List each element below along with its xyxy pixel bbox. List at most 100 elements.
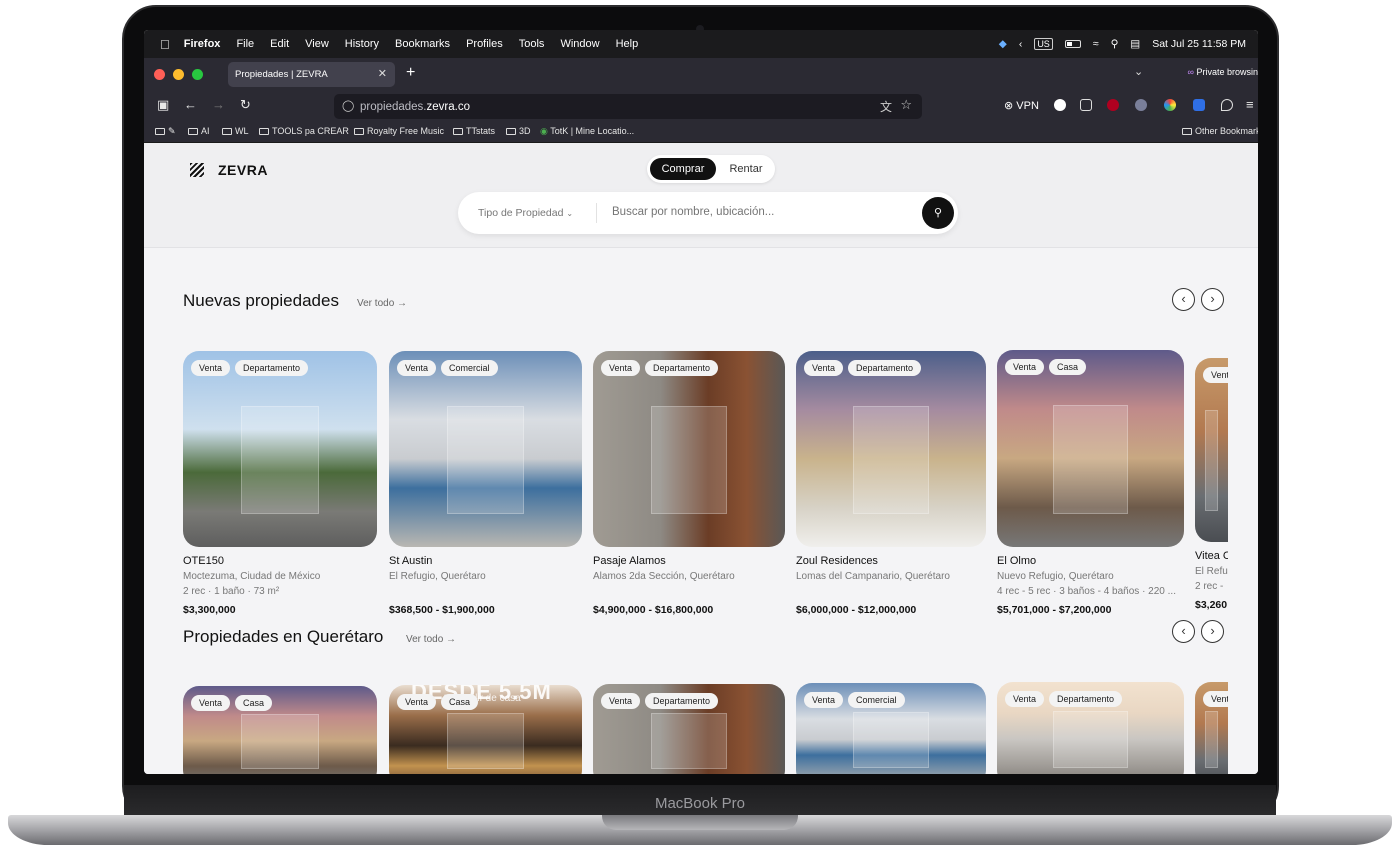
app-menu-icon[interactable]: ≡	[1246, 97, 1254, 112]
close-tab-icon[interactable]: ✕	[378, 67, 387, 80]
other-bookmarks[interactable]: Other Bookmarks	[1182, 126, 1258, 136]
property-photo[interactable]: Venta Departamento	[183, 351, 377, 547]
property-card[interactable]: Vent Vitea C El Refu 2 rec - $3,260	[1195, 358, 1228, 612]
property-title[interactable]: Zoul Residences	[796, 555, 878, 567]
property-card[interactable]: Vent	[1195, 682, 1228, 774]
close-window-icon[interactable]	[154, 69, 165, 80]
bookmark-totk[interactable]: ◉ TotK | Mine Locatio...	[540, 126, 634, 137]
carousel-prev-button[interactable]: ‹	[1172, 288, 1195, 311]
laptop-notch	[602, 815, 798, 830]
ublock-icon[interactable]	[1107, 99, 1119, 111]
list-all-tabs-icon[interactable]: ⌄	[1134, 65, 1143, 78]
property-card[interactable]: Venta Departamento Pasaje Alamos Alamos 2da…	[593, 351, 785, 617]
search-input[interactable]	[612, 206, 902, 218]
extension-k-icon[interactable]	[1054, 99, 1066, 111]
property-photo[interactable]: Venta Departamento	[997, 682, 1184, 774]
forward-icon[interactable]: →	[212, 97, 225, 112]
tab-active[interactable]: Propiedades | ZEVRA ✕	[228, 62, 395, 87]
bookmark-folder-wl[interactable]: WL	[222, 126, 249, 136]
keyboard-layout-badge[interactable]: US	[1034, 38, 1053, 50]
menu-help[interactable]: Help	[616, 38, 639, 50]
property-type-select[interactable]: Tipo de Propiedad ⌄	[478, 207, 573, 219]
property-title[interactable]: Pasaje Alamos	[593, 555, 666, 567]
vpn-button[interactable]: ⊗ VPN	[1004, 99, 1039, 112]
url-bar[interactable]: ◯ propiedades. zevra.co 文 ☆	[334, 94, 922, 119]
property-photo[interactable]: Venta Comercial	[389, 351, 582, 547]
bookmark-folder-tools-crear[interactable]: TOOLS pa CREAR	[259, 126, 349, 136]
bookmark-label: Royalty Free Music	[367, 126, 445, 136]
menu-history[interactable]: History	[345, 38, 379, 50]
vpn-status-icon[interactable]: ◆	[999, 38, 1007, 50]
bookmark-star-icon[interactable]: ☆	[900, 97, 912, 113]
property-photo[interactable]: Venta Casa	[183, 686, 377, 774]
menubar-clock[interactable]: Sat Jul 25 11:58 PM	[1152, 38, 1246, 50]
property-card[interactable]: Venta Comercial St Austin El Refugio, Queré…	[389, 351, 582, 617]
menu-window[interactable]: Window	[560, 38, 599, 50]
property-card[interactable]: Venta Departamento OTE150 Moctezuma, Ciudad…	[183, 351, 377, 617]
menu-edit[interactable]: Edit	[270, 38, 289, 50]
bookmark-folder-3d[interactable]: 3D	[506, 126, 531, 136]
see-all-link-queretaro[interactable]: Ver todo →	[406, 634, 456, 645]
property-title[interactable]: El Olmo	[997, 555, 1036, 567]
sidebar-toggle-icon[interactable]: ▣	[157, 97, 169, 113]
property-card[interactable]: Venta Casa	[183, 686, 377, 774]
control-center-icon[interactable]: ▤	[1130, 38, 1140, 50]
carousel-prev-button[interactable]: ‹	[1172, 620, 1195, 643]
property-photo[interactable]: Venta Casa	[997, 350, 1184, 547]
rent-tab[interactable]: Rentar	[723, 158, 769, 180]
zevra-logo-icon[interactable]	[190, 163, 204, 177]
menu-bookmarks[interactable]: Bookmarks	[395, 38, 450, 50]
extensions-puzzle-icon[interactable]	[1080, 99, 1092, 111]
property-card[interactable]: Venta Departamento	[997, 682, 1184, 774]
property-photo[interactable]: Venta Departamento	[593, 351, 785, 547]
bitwarden-icon[interactable]	[1193, 99, 1205, 111]
reload-icon[interactable]: ↻	[240, 97, 251, 113]
see-all-link-new[interactable]: Ver todo →	[357, 298, 407, 309]
bookmark-folder-ai[interactable]: AI	[188, 126, 210, 136]
wifi-icon[interactable]: ≈	[1093, 38, 1099, 50]
settings-extension-icon[interactable]	[1135, 99, 1147, 111]
buy-tab[interactable]: Comprar	[650, 158, 716, 180]
property-card[interactable]: Venta Departamento Zoul Residences Lomas de…	[796, 351, 986, 617]
battery-icon[interactable]	[1064, 40, 1081, 48]
property-card[interactable]: DESDE 5.5M sin salir de casa Venta Casa	[389, 685, 582, 774]
menu-tools[interactable]: Tools	[519, 38, 545, 50]
menu-profiles[interactable]: Profiles	[466, 38, 503, 50]
folder-icon	[155, 128, 165, 135]
bookmark-folder-music[interactable]: Royalty Free Music	[354, 126, 444, 136]
menu-app-name[interactable]: Firefox	[184, 38, 221, 50]
zoom-window-icon[interactable]	[192, 69, 203, 80]
color-picker-icon[interactable]	[1164, 99, 1176, 111]
bookmark-folder-tools[interactable]: ✎	[155, 126, 176, 137]
property-photo[interactable]: Venta Comercial	[796, 683, 986, 774]
property-photo[interactable]: Venta Departamento	[593, 684, 785, 774]
property-photo[interactable]: DESDE 5.5M sin salir de casa Venta Casa	[389, 685, 582, 774]
property-card[interactable]: Venta Casa El Olmo Nuevo Refugio, Querétaro…	[997, 350, 1184, 617]
property-title[interactable]: St Austin	[389, 555, 432, 567]
spotlight-search-icon[interactable]: ⚲	[1111, 38, 1119, 50]
tracking-protection-icon[interactable]: ◯	[342, 99, 354, 112]
search-button[interactable]: ⚲	[922, 197, 954, 229]
property-location: Nuevo Refugio, Querétaro	[997, 571, 1114, 582]
menu-view[interactable]: View	[305, 38, 329, 50]
bookmark-folder-ttstats[interactable]: TTstats	[453, 126, 495, 136]
property-photo[interactable]: Vent	[1195, 682, 1228, 774]
new-tab-icon[interactable]: +	[406, 64, 415, 82]
carousel-next-button[interactable]: ›	[1201, 620, 1224, 643]
translate-icon[interactable]: 文	[880, 98, 892, 115]
folder-icon	[453, 128, 463, 135]
menu-file[interactable]: File	[236, 38, 254, 50]
chevron-left-icon[interactable]: ‹	[1019, 38, 1023, 50]
carousel-next-button[interactable]: ›	[1201, 288, 1224, 311]
apple-icon[interactable]: 	[160, 37, 170, 52]
back-icon[interactable]: ←	[184, 97, 197, 112]
property-photo[interactable]: Venta Departamento	[796, 351, 986, 547]
property-photo[interactable]: Vent	[1195, 358, 1228, 542]
property-card[interactable]: Venta Comercial	[796, 683, 986, 774]
property-title[interactable]: OTE150	[183, 555, 224, 567]
brand-name[interactable]: ZEVRA	[218, 162, 268, 178]
property-card[interactable]: Venta Departamento	[593, 684, 785, 774]
minimize-window-icon[interactable]	[173, 69, 184, 80]
property-title[interactable]: Vitea C	[1195, 550, 1228, 562]
flame-icon[interactable]	[1221, 99, 1233, 111]
